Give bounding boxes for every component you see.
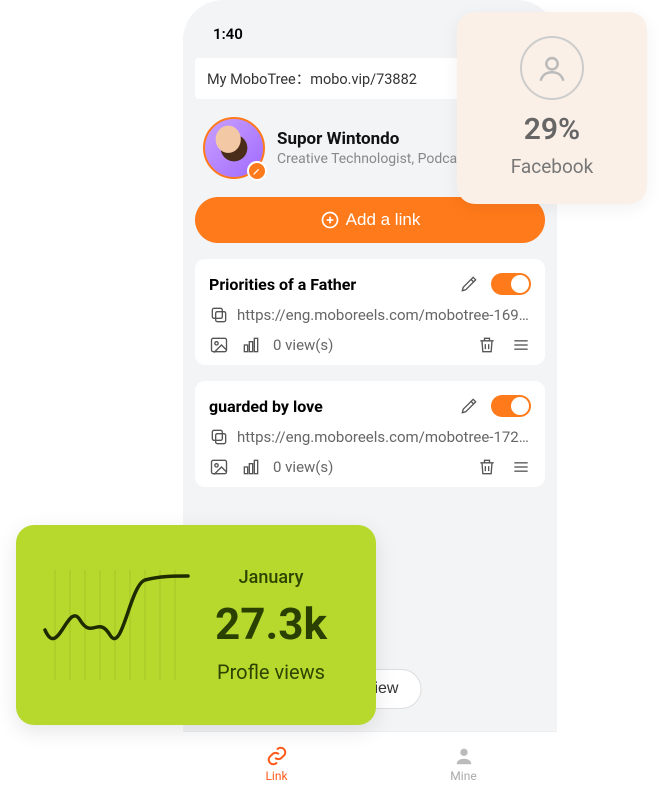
pencil-icon — [252, 166, 262, 176]
trash-icon[interactable] — [477, 335, 497, 355]
person-icon — [453, 745, 475, 767]
tab-mine-label: Mine — [450, 769, 476, 783]
tab-link-label: Link — [265, 769, 287, 783]
stats-card: January 27.3k Profle views — [16, 525, 376, 725]
drag-handle-icon[interactable] — [511, 457, 531, 477]
trash-icon[interactable] — [477, 457, 497, 477]
stats-month: January — [190, 567, 352, 588]
source-name: Facebook — [467, 155, 637, 178]
link-card: Priorities of a Father https://eng.mobor… — [195, 259, 545, 365]
bar-chart-icon[interactable] — [241, 335, 261, 355]
link-url: https://eng.moboreels.com/mobotree-17228… — [237, 428, 531, 446]
link-title: Priorities of a Father — [209, 275, 356, 294]
avatar[interactable] — [203, 117, 265, 179]
sparkline-icon — [40, 560, 190, 690]
add-link-label: Add a link — [346, 210, 421, 230]
link-icon — [266, 745, 288, 767]
tab-mine[interactable]: Mine — [370, 732, 557, 795]
link-toggle[interactable] — [491, 273, 531, 295]
link-url: https://eng.moboreels.com/mobotree-16995… — [237, 306, 531, 324]
source-avatar-placeholder — [520, 36, 584, 100]
pencil-icon[interactable] — [459, 274, 479, 294]
copy-icon[interactable] — [209, 427, 229, 447]
status-time: 1:40 — [213, 25, 243, 43]
image-icon[interactable] — [209, 457, 229, 477]
stats-value: 27.3k — [190, 598, 352, 650]
bottom-tab-bar: Link Mine — [183, 731, 557, 795]
link-title: guarded by love — [209, 397, 323, 416]
profile-url-text: My MoboTree：mobo.vip/73882 — [207, 71, 417, 88]
profile-name: Supor Wintondo — [277, 129, 481, 149]
tab-link[interactable]: Link — [183, 732, 370, 795]
person-icon — [535, 51, 569, 85]
plus-circle-icon — [320, 210, 340, 230]
traffic-source-card: 29% Facebook — [457, 12, 647, 204]
copy-icon[interactable] — [209, 305, 229, 325]
sparkline-chart — [40, 560, 190, 690]
source-percent: 29% — [467, 112, 637, 147]
profile-role: Creative Technologist, Podcaster — [277, 151, 481, 167]
link-toggle[interactable] — [491, 395, 531, 417]
stats-label: Profle views — [190, 660, 352, 684]
bar-chart-icon[interactable] — [241, 457, 261, 477]
image-icon[interactable] — [209, 335, 229, 355]
link-card: guarded by love https://eng.moboreels.co… — [195, 381, 545, 487]
edit-avatar-button[interactable] — [247, 161, 267, 181]
link-views: 0 view(s) — [273, 458, 333, 476]
pencil-icon[interactable] — [459, 396, 479, 416]
profile-text: Supor Wintondo Creative Technologist, Po… — [277, 129, 481, 167]
link-views: 0 view(s) — [273, 336, 333, 354]
drag-handle-icon[interactable] — [511, 335, 531, 355]
